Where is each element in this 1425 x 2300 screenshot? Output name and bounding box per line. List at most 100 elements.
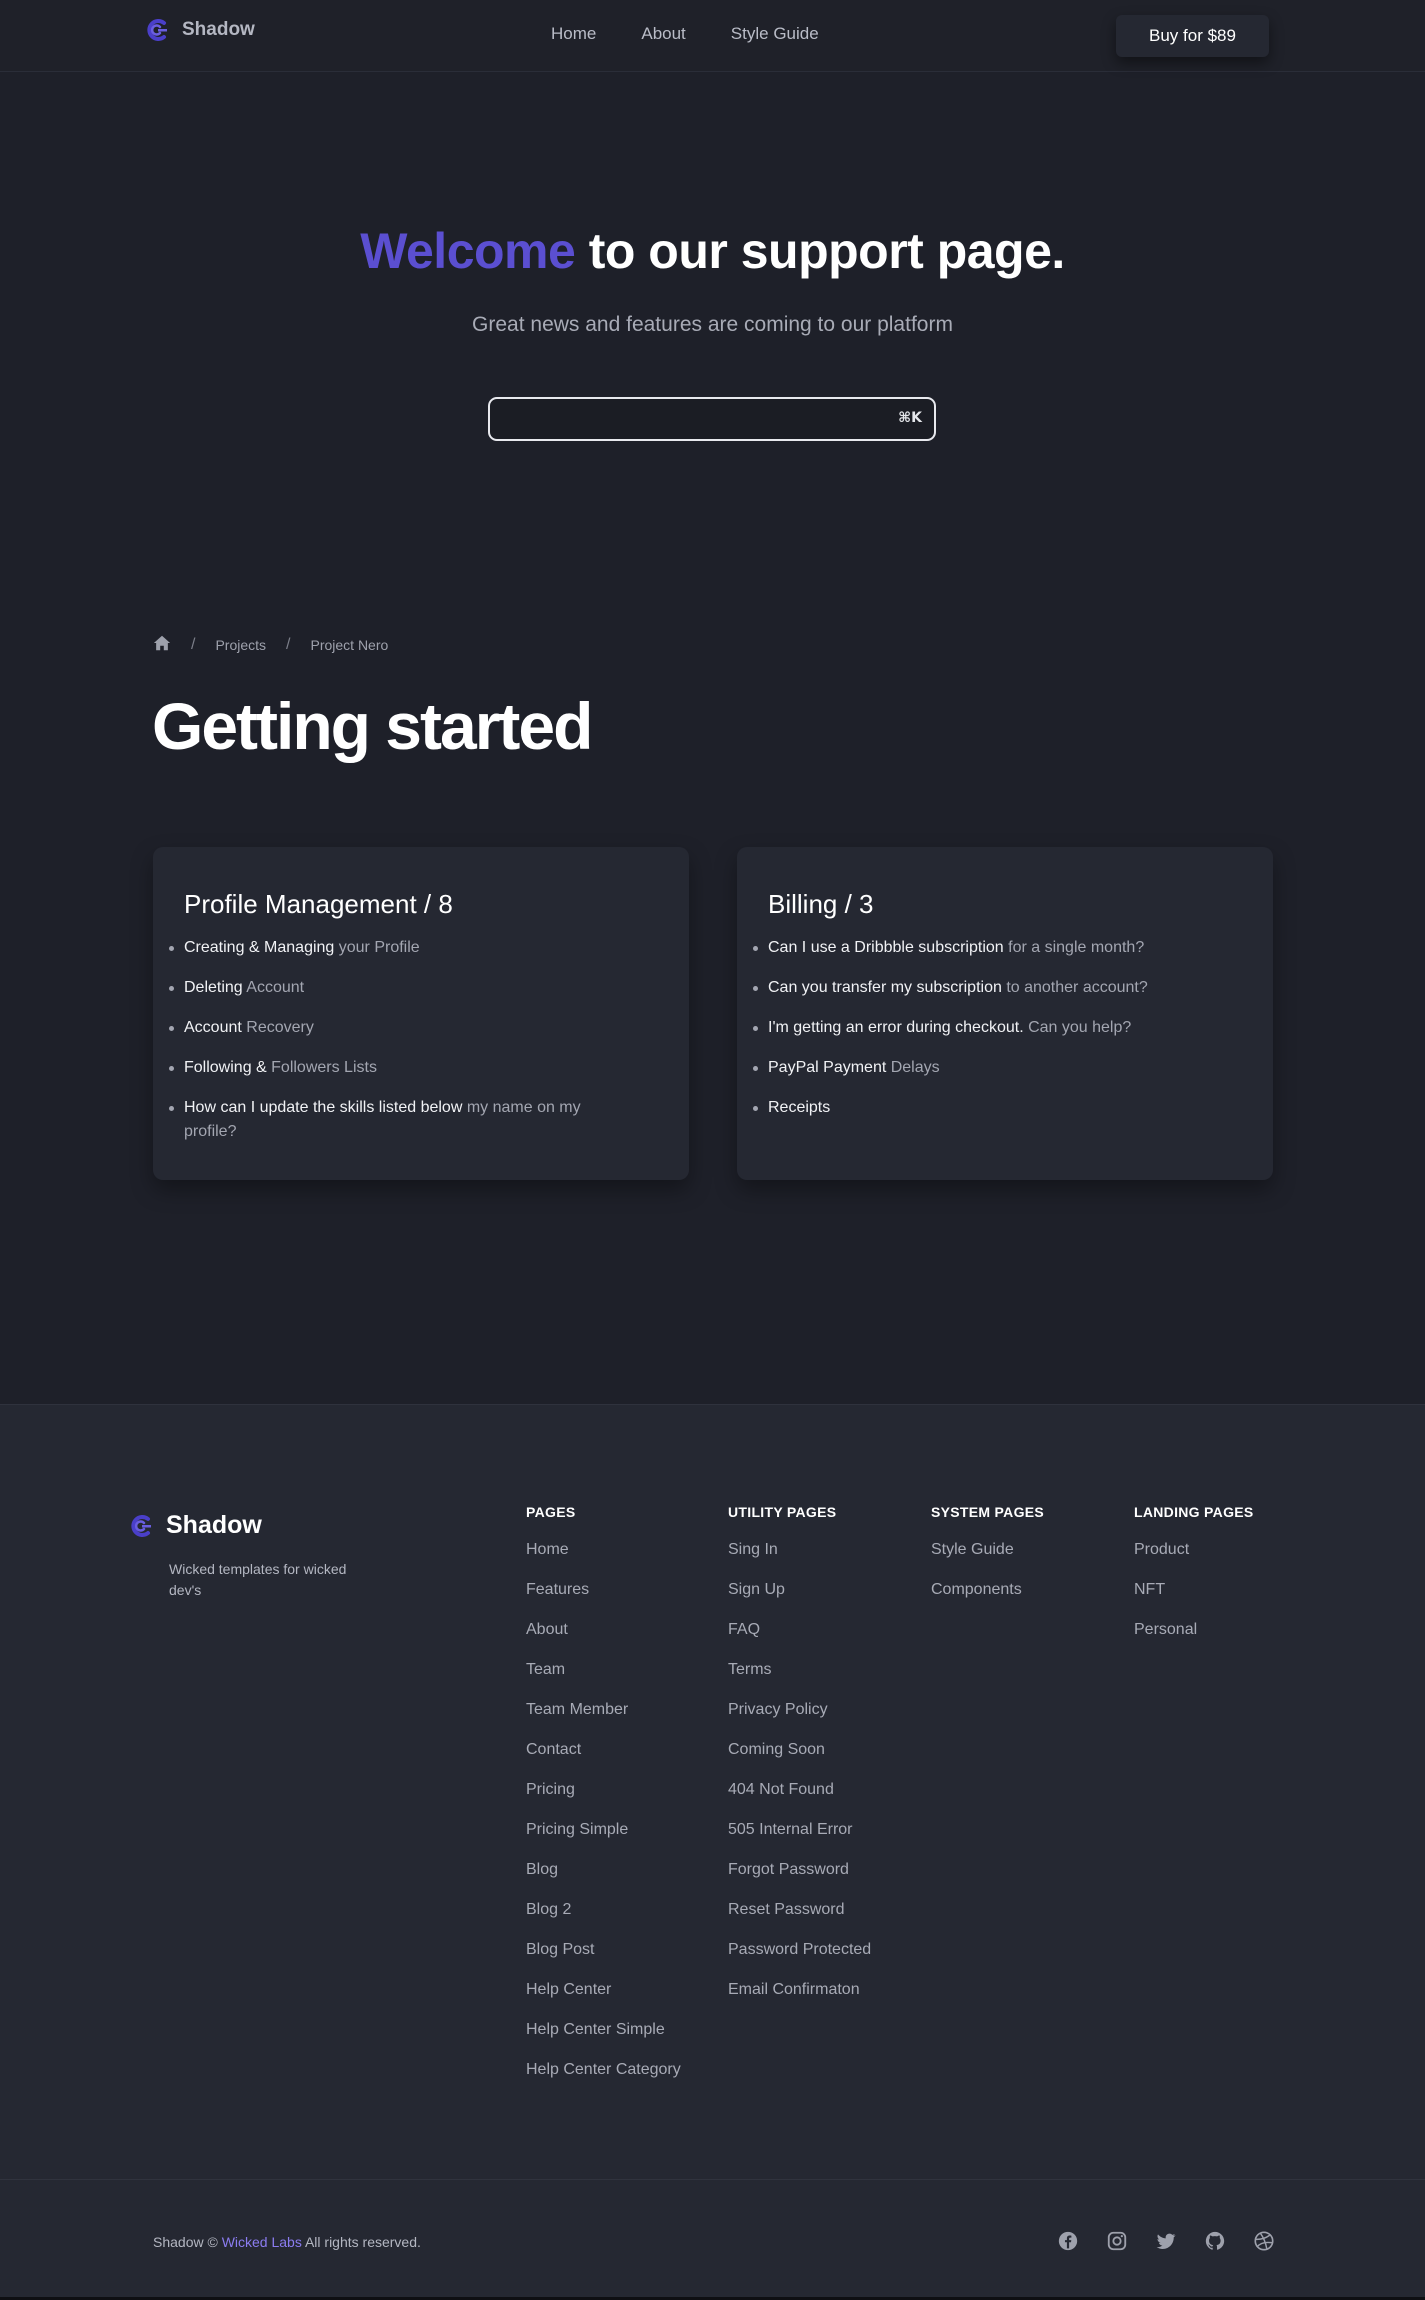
- footer-column-heading: SYSTEM PAGES: [931, 1504, 1045, 1520]
- nav-link-about[interactable]: About: [641, 24, 685, 44]
- article-link[interactable]: PayPal Payment Delays: [753, 1056, 1242, 1080]
- main-nav: Home About Style Guide: [551, 24, 819, 44]
- footer-link[interactable]: Components: [931, 1579, 1044, 1601]
- page-title: Getting started: [152, 689, 593, 763]
- footer-link[interactable]: Personal: [1134, 1619, 1254, 1641]
- copyright-text: Shadow © Wicked Labs All rights reserved…: [153, 2234, 421, 2250]
- footer-link[interactable]: FAQ: [728, 1619, 871, 1641]
- article-link-strong: PayPal Payment: [768, 1059, 887, 1076]
- footer-link[interactable]: 505 Internal Error: [728, 1819, 871, 1841]
- twitter-link[interactable]: [1155, 2230, 1177, 2252]
- copyright-prefix: Shadow ©: [153, 2234, 222, 2250]
- footer-link[interactable]: Privacy Policy: [728, 1699, 871, 1721]
- footer-link[interactable]: 404 Not Found: [728, 1779, 871, 1801]
- copyright-suffix: All rights reserved.: [301, 2234, 421, 2250]
- brand-logo-icon: [147, 19, 167, 41]
- profile-management-card: Profile Management / 8 Creating & Managi…: [153, 847, 689, 1180]
- article-link[interactable]: Following & Followers Lists: [169, 1056, 658, 1080]
- breadcrumb-project-nero[interactable]: Project Nero: [310, 637, 388, 653]
- github-link[interactable]: [1204, 2230, 1226, 2252]
- article-link[interactable]: Receipts: [753, 1096, 1242, 1120]
- footer-link[interactable]: Sign Up: [728, 1579, 871, 1601]
- twitter-icon: [1156, 2233, 1176, 2249]
- article-link[interactable]: How can I update the skills listed below…: [169, 1096, 658, 1144]
- search-box: ⌘K: [488, 397, 936, 441]
- github-icon: [1205, 2231, 1225, 2250]
- article-link-strong: Can you transfer my subscription: [768, 979, 1002, 996]
- footer-divider: [0, 2179, 1425, 2180]
- billing-card: Billing / 3 Can I use a Dribbble subscri…: [737, 847, 1273, 1180]
- footer-link[interactable]: Team: [526, 1659, 681, 1681]
- nav-link-home[interactable]: Home: [551, 24, 596, 44]
- brand-name: Shadow: [182, 19, 255, 40]
- article-link[interactable]: Deleting Account: [169, 976, 658, 1000]
- footer-link[interactable]: Help Center Category: [526, 2059, 681, 2081]
- footer-link[interactable]: Password Protected: [728, 1939, 871, 1961]
- footer-column-heading: UTILITY PAGES: [728, 1504, 837, 1520]
- footer-link[interactable]: Team Member: [526, 1699, 681, 1721]
- article-link[interactable]: Account Recovery: [169, 1016, 658, 1040]
- footer-link[interactable]: Features: [526, 1579, 681, 1601]
- article-link-strong: How can I update the skills listed below: [184, 1099, 463, 1116]
- footer-link[interactable]: Sing In: [728, 1539, 871, 1561]
- article-link-strong: Can I use a Dribbble subscription: [768, 939, 1004, 956]
- article-link-rest: Can you help?: [1023, 1019, 1132, 1036]
- article-link[interactable]: I'm getting an error during checkout. Ca…: [753, 1016, 1242, 1040]
- hero-subtitle: Great news and features are coming to ou…: [472, 313, 953, 336]
- article-link-strong: Receipts: [768, 1099, 831, 1116]
- footer-link[interactable]: Terms: [728, 1659, 871, 1681]
- footer-link[interactable]: Contact: [526, 1739, 681, 1761]
- article-link-rest: Account: [242, 979, 305, 996]
- article-link-rest: Followers Lists: [266, 1059, 377, 1076]
- brand-logo-icon: [131, 1514, 151, 1537]
- footer-link[interactable]: About: [526, 1619, 681, 1641]
- wicked-labs-link[interactable]: Wicked Labs: [222, 2234, 302, 2250]
- breadcrumb-projects[interactable]: Projects: [215, 637, 266, 653]
- search-input[interactable]: [500, 405, 880, 433]
- article-link-rest: Delays: [886, 1059, 940, 1076]
- brand-logo-link[interactable]: Shadow: [144, 17, 255, 43]
- footer-link[interactable]: Blog 2: [526, 1899, 681, 1921]
- footer-link[interactable]: Product: [1134, 1539, 1254, 1561]
- card-title[interactable]: Billing / 3: [768, 889, 1242, 920]
- footer-column-landing-pages: LANDING PAGES Product NFT Personal: [1134, 1504, 1254, 1659]
- footer-column-heading: PAGES: [526, 1504, 576, 1520]
- article-link[interactable]: Can I use a Dribbble subscription for a …: [753, 936, 1242, 960]
- footer-link[interactable]: Help Center: [526, 1979, 681, 2001]
- breadcrumb-separator: /: [286, 635, 291, 653]
- footer-link[interactable]: Pricing: [526, 1779, 681, 1801]
- article-link-rest: Recovery: [241, 1019, 314, 1036]
- hero-title-rest: to our support page.: [575, 223, 1066, 279]
- breadcrumb-separator: /: [191, 635, 196, 653]
- footer-link[interactable]: Email Confirmaton: [728, 1979, 871, 2001]
- footer-link[interactable]: Blog: [526, 1859, 681, 1881]
- buy-button[interactable]: Buy for $89: [1116, 15, 1269, 57]
- footer-link[interactable]: Forgot Password: [728, 1859, 871, 1881]
- footer-link[interactable]: Style Guide: [931, 1539, 1044, 1561]
- article-link[interactable]: Can you transfer my subscription to anot…: [753, 976, 1242, 1000]
- article-list: Creating & Managing your Profile Deletin…: [169, 936, 658, 1144]
- footer-link[interactable]: Blog Post: [526, 1939, 681, 1961]
- breadcrumb: / Projects / Project Nero: [153, 634, 388, 655]
- dribbble-link[interactable]: [1253, 2230, 1275, 2252]
- card-title[interactable]: Profile Management / 8: [184, 889, 658, 920]
- instagram-link[interactable]: [1106, 2230, 1128, 2252]
- article-list: Can I use a Dribbble subscription for a …: [753, 936, 1242, 1120]
- breadcrumb-home[interactable]: [153, 634, 171, 655]
- article-link-rest: your Profile: [334, 939, 420, 956]
- footer-brand-link[interactable]: Shadow: [128, 1511, 262, 1540]
- footer-column-pages: PAGES Home Features About Team Team Memb…: [526, 1504, 681, 2099]
- facebook-link[interactable]: [1057, 2230, 1079, 2252]
- footer-link[interactable]: Help Center Simple: [526, 2019, 681, 2041]
- nav-link-style-guide[interactable]: Style Guide: [731, 24, 819, 44]
- footer-link[interactable]: NFT: [1134, 1579, 1254, 1601]
- footer-link[interactable]: Home: [526, 1539, 681, 1561]
- footer-column-utility-pages: UTILITY PAGES Sing In Sign Up FAQ Terms …: [728, 1504, 871, 2019]
- footer-link[interactable]: Reset Password: [728, 1899, 871, 1921]
- hero-title-accent: Welcome: [360, 223, 576, 279]
- article-link-strong: Following &: [184, 1059, 267, 1076]
- article-link[interactable]: Creating & Managing your Profile: [169, 936, 658, 960]
- footer-link[interactable]: Coming Soon: [728, 1739, 871, 1761]
- site-footer: Shadow Wicked templates for wicked dev's…: [0, 1404, 1425, 2300]
- footer-link[interactable]: Pricing Simple: [526, 1819, 681, 1841]
